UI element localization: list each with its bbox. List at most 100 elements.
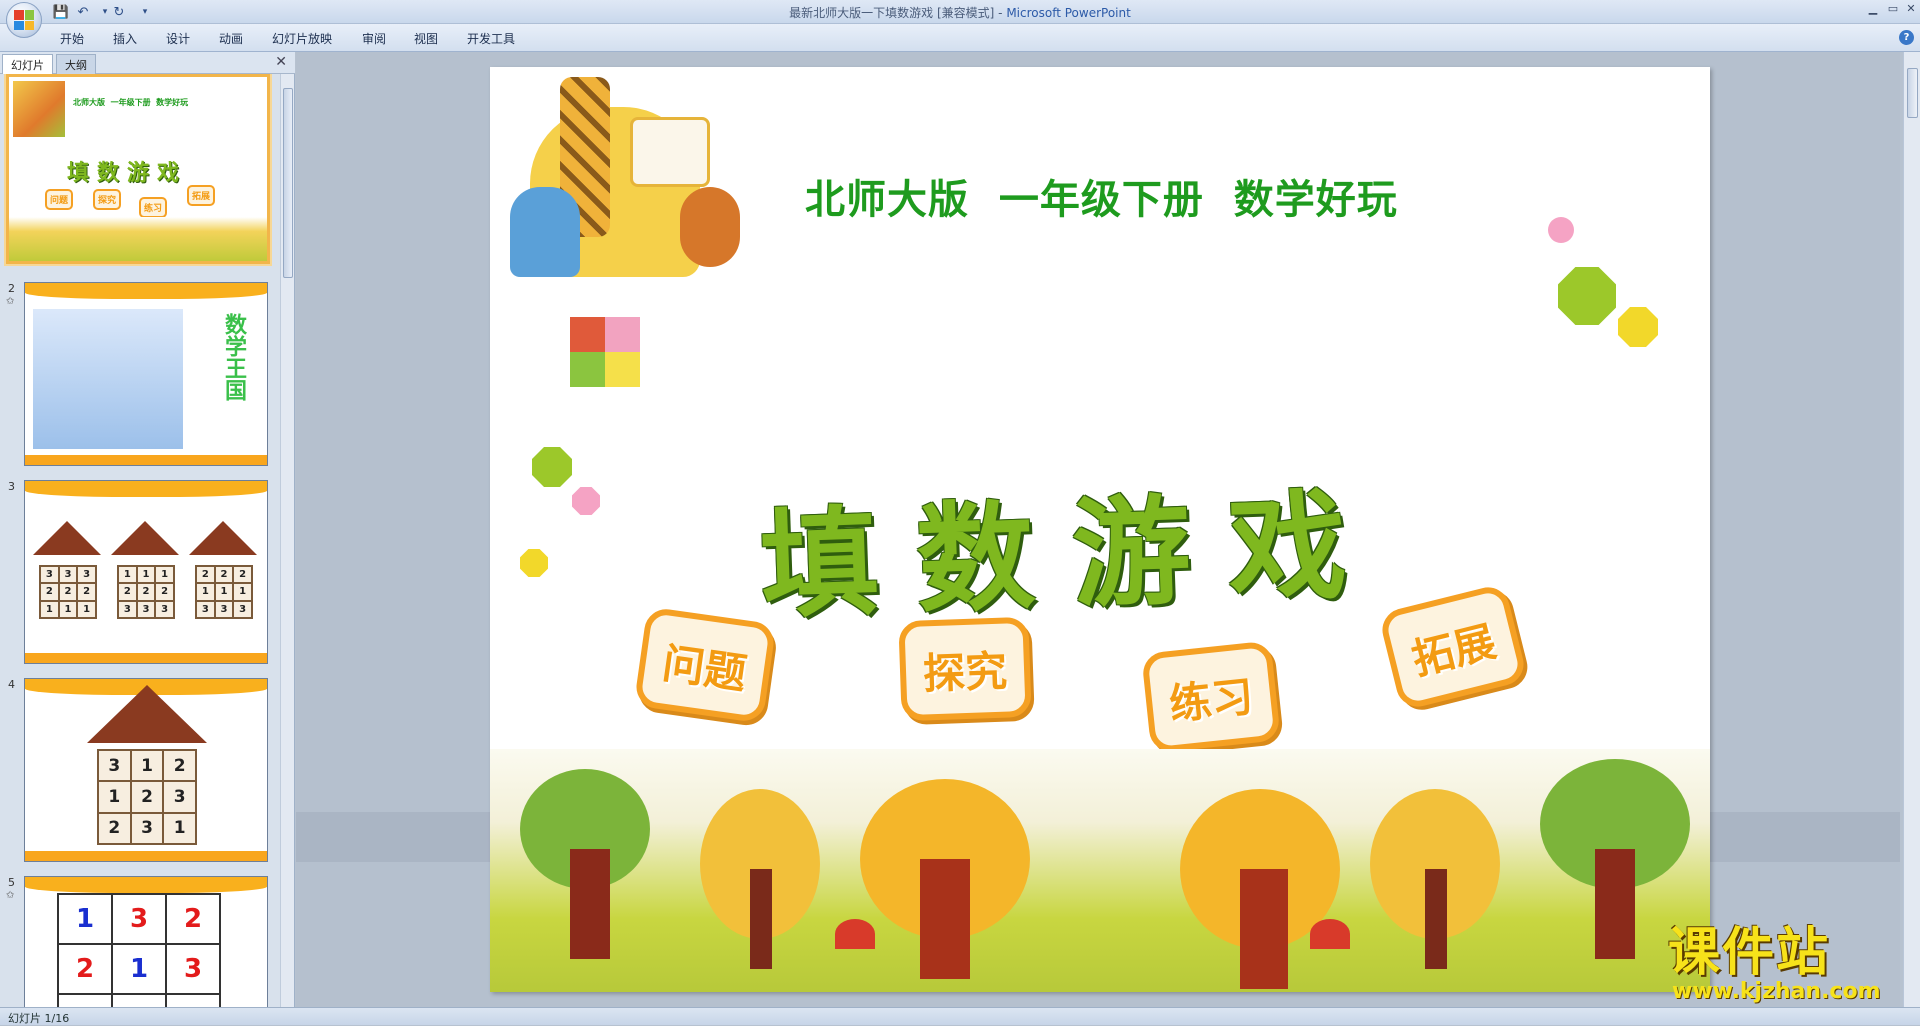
tab-developer[interactable]: 开发工具 [467,30,515,47]
green-octagon-icon [532,447,572,487]
grid-cell: 3 [58,566,78,584]
number-grid: 222 111 333 [195,565,253,619]
grid-cell: 2 [163,750,196,782]
grid-cell: 3 [130,812,164,844]
grid-cell: 2 [136,583,156,601]
document-title: 最新北师大版一下填数游戏 [兼容模式] [789,6,995,20]
thumbnail-number: 2 [8,282,15,295]
bottom-border [25,653,267,663]
slide-scrollbar[interactable] [1903,52,1920,1007]
grid-cell: 2 [130,781,164,813]
card-extend[interactable]: 拓展 [1377,582,1529,712]
tab-home[interactable]: 开始 [60,30,84,47]
grid-cell: 3 [136,600,156,618]
title-separator: - [994,6,1007,20]
panel-tabs: 幻灯片 大纲 ✕ [0,52,295,74]
slide-title[interactable]: 填数游戏 [757,448,1387,641]
pink-octagon-icon [572,487,600,515]
tab-design[interactable]: 设计 [166,30,190,47]
grid-cell: 1 [40,600,59,618]
grid-cell: 1 [155,566,174,584]
tab-outline[interactable]: 大纲 [56,54,96,74]
slide-scrollbar-thumb[interactable] [1907,68,1918,118]
top-border-image [25,481,267,497]
grid-cell: 1 [98,781,131,813]
grid-cell: 2 [155,583,174,601]
card-practice[interactable]: 练习 [1141,640,1281,754]
grid-cell: 3 [214,600,234,618]
ribbon-tabs: 开始 插入 设计 动画 幻灯片放映 审阅 视图 开发工具 ? [0,24,1920,52]
grid-cell: 1 [130,750,164,782]
grid-cell [166,994,220,1007]
grid-cell: 3 [118,600,137,618]
grid-cell: 3 [40,566,59,584]
grid-cell: 1 [136,566,156,584]
grid-cell: 2 [196,566,215,584]
slides-panel: 幻灯片 大纲 ✕ 1 北师大版 一年级下册 数学好玩 填数游戏 问题 探究 练习… [0,52,295,1007]
grid-cell: 3 [196,600,215,618]
grid-cell: 2 [77,583,96,601]
slide-indicator: 幻灯片 1/16 [8,1012,70,1025]
help-icon[interactable]: ? [1899,30,1914,45]
green-octagon-icon [1558,267,1616,325]
grid-cell: 3 [112,894,166,944]
minimize-icon[interactable]: ▁ [1862,2,1884,18]
grid-cell: 1 [77,600,96,618]
panel-close-icon[interactable]: ✕ [275,54,287,70]
thumbnail-number: 4 [8,678,15,691]
grid-cell [112,994,166,1007]
office-button[interactable] [6,2,42,38]
thumbnail-card: 问题 [45,189,74,210]
thumbnail-slide-2[interactable]: 数学王国 [24,282,268,466]
tab-review[interactable]: 审阅 [362,30,386,47]
close-icon[interactable]: ✕ [1900,2,1920,18]
grid-cell: 2 [98,812,131,844]
roof-image [33,521,101,555]
slide-subtitle[interactable]: 北师大版 一年级下册 数学好玩 [805,167,1398,225]
number-grid: 111 222 333 [117,565,175,619]
tab-slideshow[interactable]: 幻灯片放映 [272,30,332,47]
castle-image [33,309,183,449]
main-slide[interactable]: 北师大版 一年级下册 数学好玩 填数游戏 问题 探究 练习 拓展 [490,67,1710,992]
grid-cell: 3 [98,750,131,782]
yellow-octagon-icon [520,549,548,577]
thumbnail-label: 数学王国 [221,313,246,401]
slide-thumbnails: 1 北师大版 一年级下册 数学好玩 填数游戏 问题 探究 练习 拓展 2 ✩ 数… [0,74,278,1007]
yellow-octagon-icon [1618,307,1658,347]
thumbnail-card: 拓展 [187,185,216,206]
panel-scrollbar-thumb[interactable] [283,88,293,278]
top-border-image [25,877,267,893]
tab-insert[interactable]: 插入 [113,30,137,47]
thumbnail-slide-5[interactable]: 1 3 2 2 1 3 [24,876,268,1007]
card-question[interactable]: 问题 [633,606,777,724]
thumbnail-slide-4[interactable]: 312 123 231 [24,678,268,862]
card-explore[interactable]: 探究 [898,616,1032,722]
grid-cell: 1 [163,812,196,844]
thumbnail-slide-1[interactable]: 北师大版 一年级下册 数学好玩 填数游戏 问题 探究 练习 拓展 [4,74,272,266]
roof-image [111,521,179,555]
title-bar: 💾 ↶ ▾ ↻ ▾ 最新北师大版一下填数游戏 [兼容模式] - Microsof… [0,0,1920,24]
grid-cell: 1 [233,583,252,601]
thumbnail-number: 5 [8,876,15,889]
grid-cell: 2 [40,583,59,601]
animation-star-icon: ✩ [6,296,15,307]
tab-slides[interactable]: 幻灯片 [2,54,53,74]
grid-cell: 1 [112,944,166,994]
panel-scrollbar[interactable] [280,74,294,1007]
grid-cell: 3 [77,566,96,584]
watermark-logo: 课件站 www.kjzhan.com [1668,925,1908,1003]
characters-image [13,81,65,137]
thumbnail-slide-3[interactable]: 333 222 111 111 222 333 222 111 333 [24,480,268,664]
grid-cell: 2 [214,566,234,584]
pink-dot-icon [1548,217,1574,243]
grid-cell: 2 [58,944,112,994]
number-grid: 312 123 231 [97,749,197,845]
grid-cell: 3 [233,600,252,618]
grid-cell: 2 [233,566,252,584]
grid-cell: 1 [214,583,234,601]
tab-animation[interactable]: 动画 [219,30,243,47]
thumbnail-subtitle: 北师大版 一年级下册 数学好玩 [73,98,189,107]
tab-view[interactable]: 视图 [414,30,438,47]
grid-cell: 2 [58,583,78,601]
thumbnail-number: 3 [8,480,15,493]
